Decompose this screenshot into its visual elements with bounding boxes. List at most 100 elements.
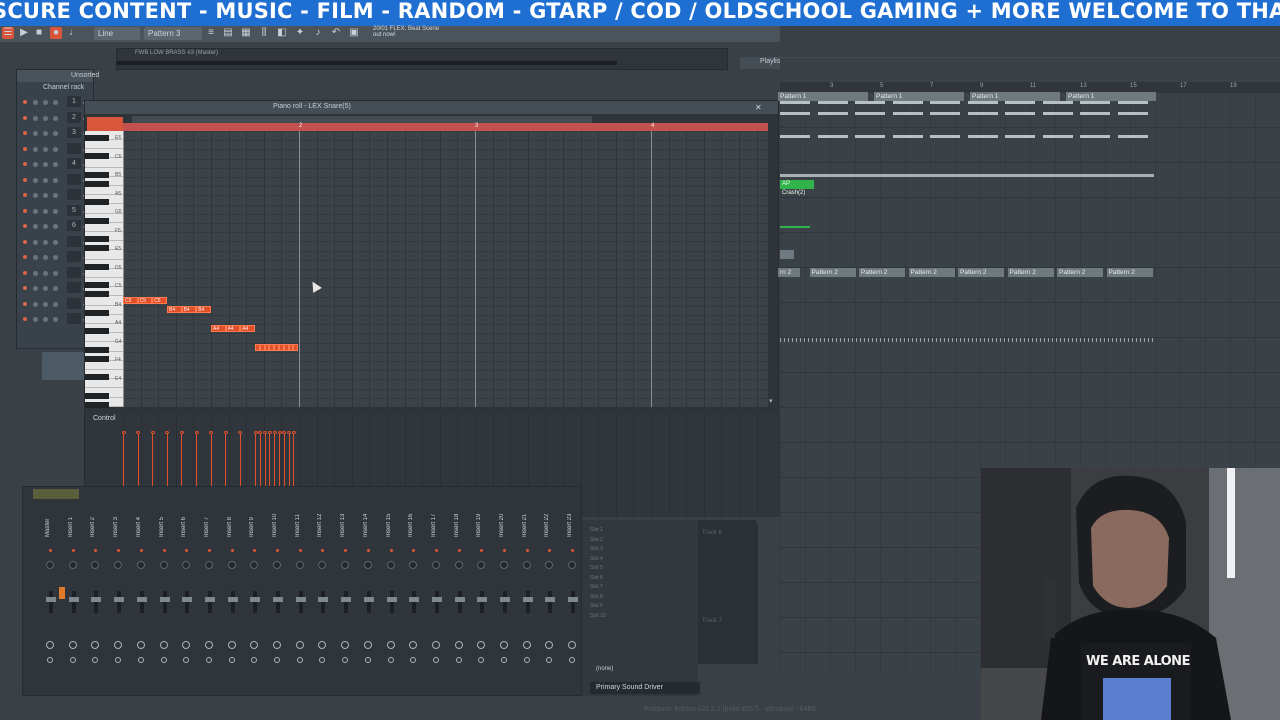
route-button[interactable]: [46, 641, 54, 649]
mixer-strip-label[interactable]: Insert 2: [90, 511, 100, 537]
mixer-led[interactable]: [49, 549, 52, 552]
volume-fader-track[interactable]: [139, 591, 144, 613]
mixer-led[interactable]: [389, 549, 393, 552]
mute-toggle[interactable]: [53, 146, 58, 152]
save-icon[interactable]: ▣: [348, 27, 360, 39]
note[interactable]: B4: [167, 306, 182, 313]
mixer-strip[interactable]: Insert 10: [268, 511, 288, 691]
volume-fader-handle[interactable]: [568, 597, 579, 602]
volume-knob[interactable]: [43, 270, 48, 276]
mixer-strip-label[interactable]: Insert 20: [499, 511, 509, 537]
plugin-icon[interactable]: ✦: [294, 27, 306, 39]
piano-roll-ruler[interactable]: 2 3 4: [123, 123, 768, 131]
volume-fader-track[interactable]: [412, 591, 417, 613]
volume-fader-handle[interactable]: [273, 597, 283, 602]
mute-button[interactable]: [92, 657, 99, 663]
volume-fader-handle[interactable]: [136, 597, 147, 602]
pan-knob[interactable]: [33, 208, 38, 214]
route-button[interactable]: [363, 641, 372, 649]
volume-fader-handle[interactable]: [454, 597, 465, 602]
volume-fader-track[interactable]: [571, 591, 576, 613]
route-button[interactable]: [568, 641, 577, 649]
mute-button[interactable]: [183, 657, 190, 663]
channel-led[interactable]: [23, 131, 27, 135]
pan-knob[interactable]: [33, 131, 38, 136]
channel-number[interactable]: 1: [67, 96, 81, 107]
pan-knob[interactable]: [227, 561, 236, 569]
volume-fader-handle[interactable]: [409, 597, 420, 602]
pattern-select[interactable]: Pattern 3: [144, 27, 202, 40]
mixer-icon[interactable]: ⫼: [258, 27, 270, 39]
volume-fader-track[interactable]: [366, 591, 371, 613]
pan-knob[interactable]: [33, 317, 38, 322]
mute-toggle[interactable]: [53, 286, 58, 291]
pan-knob[interactable]: [68, 561, 77, 569]
pattern-clip[interactable]: Pattern 2: [1007, 268, 1054, 277]
effect-slot[interactable]: Slot 3: [590, 545, 606, 555]
volume-fader-track[interactable]: [321, 591, 326, 613]
note[interactable]: A4: [225, 325, 241, 332]
mute-toggle[interactable]: [53, 131, 58, 136]
channel-rack-filter[interactable]: Unsorted: [71, 72, 99, 79]
effect-slot[interactable]: Slot 4: [590, 555, 606, 565]
browser-icon[interactable]: ◧: [276, 27, 288, 39]
volume-fader-track[interactable]: [253, 591, 258, 613]
volume-fader-track[interactable]: [71, 591, 76, 613]
channel-led[interactable]: [23, 146, 27, 151]
mute-button[interactable]: [205, 657, 212, 663]
mute-button[interactable]: [69, 657, 76, 663]
pattern-clip[interactable]: Pattern 1: [1066, 92, 1156, 101]
mute-toggle[interactable]: [53, 208, 58, 214]
mute-button[interactable]: [432, 657, 439, 663]
route-button[interactable]: [386, 641, 395, 649]
mixer-strip-label[interactable]: Insert 15: [386, 511, 396, 537]
mixer-led[interactable]: [571, 549, 575, 552]
white-key[interactable]: [85, 140, 123, 150]
mixer-strip-label[interactable]: Insert 1: [68, 511, 78, 537]
pan-knob[interactable]: [33, 239, 38, 245]
mixer-led[interactable]: [253, 549, 257, 552]
mixer-strip-label[interactable]: Insert 9: [249, 511, 259, 537]
volume-fader-track[interactable]: [298, 591, 303, 613]
pan-knob[interactable]: [46, 561, 54, 569]
mute-button[interactable]: [364, 657, 371, 663]
mixer-led[interactable]: [94, 549, 98, 552]
fl-menu-icon[interactable]: ☰: [2, 27, 14, 39]
pan-knob[interactable]: [545, 561, 554, 569]
volume-fader-handle[interactable]: [500, 597, 510, 602]
pan-knob[interactable]: [33, 177, 38, 183]
pan-knob[interactable]: [477, 561, 486, 569]
mute-button[interactable]: [546, 657, 553, 663]
channel-number[interactable]: 3: [67, 127, 81, 138]
channel-led[interactable]: [23, 224, 27, 228]
volume-fader-track[interactable]: [457, 591, 462, 613]
mixer-strip[interactable]: Insert 21: [518, 511, 538, 691]
pan-knob[interactable]: [204, 561, 213, 569]
mixer-strip[interactable]: Insert 9: [245, 511, 265, 691]
mute-toggle[interactable]: [53, 224, 58, 229]
audio-input[interactable]: (none): [596, 666, 613, 672]
mixer-strip-label[interactable]: Insert 23: [567, 511, 577, 537]
volume-fader-handle[interactable]: [227, 597, 238, 602]
pattern-clip[interactable]: Pattern 1: [970, 92, 1060, 101]
pan-knob[interactable]: [431, 561, 440, 569]
mute-button[interactable]: [296, 657, 303, 663]
pan-knob[interactable]: [136, 561, 145, 569]
route-button[interactable]: [477, 641, 486, 649]
pan-knob[interactable]: [33, 255, 38, 260]
channel-led[interactable]: [23, 255, 27, 259]
mixer-strip-label[interactable]: Master: [45, 511, 55, 537]
route-button[interactable]: [91, 641, 100, 649]
mixer-led[interactable]: [321, 549, 325, 552]
route-button[interactable]: [136, 641, 145, 649]
pattern-clip[interactable]: rn 2: [778, 268, 800, 277]
volume-fader-track[interactable]: [548, 591, 553, 613]
channel-led[interactable]: [23, 162, 27, 166]
velocity-handle[interactable]: [287, 431, 292, 434]
mixer-strip-label[interactable]: Insert 8: [227, 511, 237, 537]
mixer-strip-label[interactable]: Insert 6: [181, 511, 191, 537]
mute-button[interactable]: [523, 657, 530, 663]
velocity-handle[interactable]: [253, 431, 258, 434]
channel-number[interactable]: [67, 189, 81, 200]
volume-knob[interactable]: [43, 100, 48, 105]
